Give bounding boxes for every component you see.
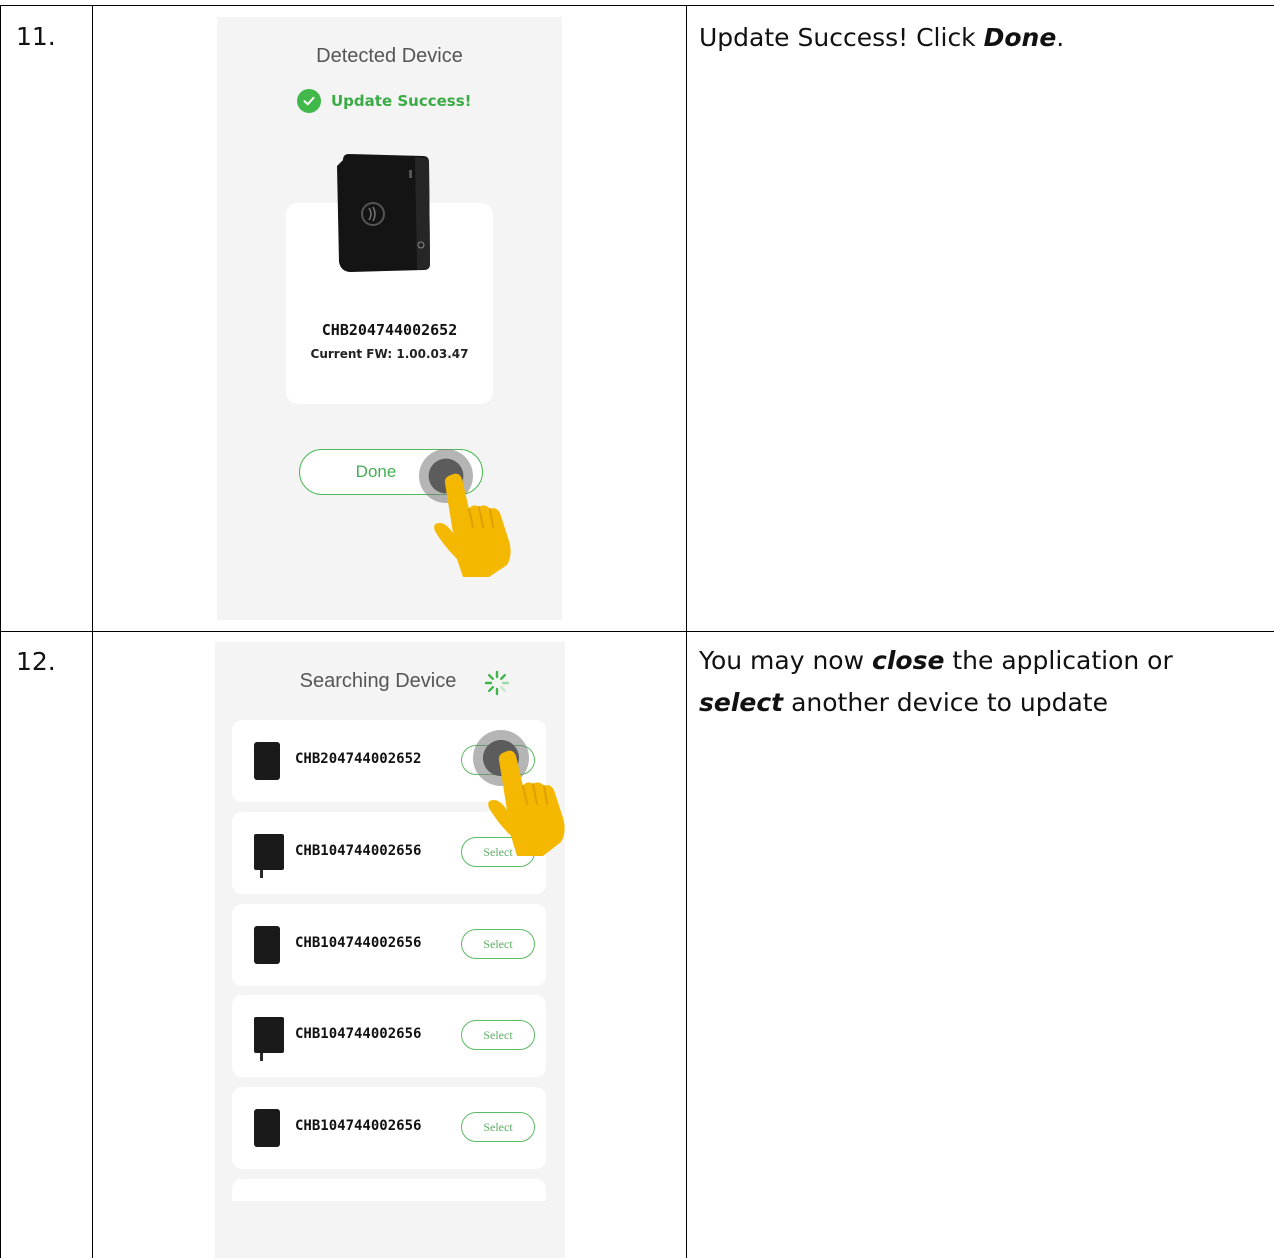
device-list-item[interactable]: CHB104744002656 Select xyxy=(232,1087,546,1169)
pointing-hand-icon xyxy=(488,750,565,856)
description-emphasis: Done xyxy=(983,23,1057,52)
device-thumbnail xyxy=(254,1017,284,1061)
step-number: 11. xyxy=(16,22,56,51)
table-border-left xyxy=(0,5,1,1258)
device-list-item[interactable]: CHB104744002656 Select xyxy=(232,995,546,1077)
check-circle-icon xyxy=(297,89,321,113)
device-serial: CHB104744002656 xyxy=(295,1026,422,1042)
table-border-top xyxy=(0,5,1274,6)
table-row-divider xyxy=(0,631,1274,632)
status-text: Update Success! xyxy=(331,92,472,110)
table-col-divider-1 xyxy=(92,5,93,1258)
screen-title: Detected Device xyxy=(316,45,463,67)
description-text: Update Success! Click xyxy=(699,23,984,52)
device-thumbnail xyxy=(254,1109,280,1147)
description-text: You may now xyxy=(699,646,872,675)
description-emphasis: select xyxy=(699,688,784,717)
table-col-divider-2 xyxy=(686,5,687,1258)
screen-title: Searching Device xyxy=(215,670,565,693)
device-serial: CHB104744002656 xyxy=(295,843,422,859)
device-list-item-partial xyxy=(232,1179,546,1201)
step-description: Update Success! Click Done. xyxy=(699,17,1064,59)
description-text: another device to update xyxy=(783,688,1108,717)
loading-spinner-icon xyxy=(484,670,510,696)
done-button-label: Done xyxy=(355,462,397,481)
description-text: . xyxy=(1056,23,1065,52)
select-button[interactable]: Select xyxy=(461,929,535,959)
select-button[interactable]: Select xyxy=(461,1020,535,1050)
step-description: You may now close the application or sele… xyxy=(699,640,1259,724)
device-serial: CHB204744002652 xyxy=(321,321,458,339)
device-image xyxy=(337,154,430,272)
device-serial: CHB104744002656 xyxy=(295,1118,422,1134)
screenshot-searching-device: Searching Device CHB204744002652 Select … xyxy=(215,642,565,1258)
step-number: 12. xyxy=(16,647,56,676)
pointing-hand-icon xyxy=(434,473,511,577)
description-emphasis: close xyxy=(872,646,945,675)
select-button[interactable]: Select xyxy=(461,1112,535,1142)
screenshot-detected-device: Detected Device Update Success! CHB20474… xyxy=(217,17,562,620)
firmware-version: Current FW: 1.00.03.47 xyxy=(310,347,469,361)
device-serial: CHB204744002652 xyxy=(295,751,422,767)
device-list-item[interactable]: CHB104744002656 Select xyxy=(232,904,546,986)
device-serial: CHB104744002656 xyxy=(295,935,422,951)
device-thumbnail xyxy=(254,834,284,878)
screen-title-text: Searching Device xyxy=(299,670,457,692)
description-text: the application or xyxy=(944,646,1173,675)
device-thumbnail xyxy=(254,926,280,964)
update-success-status: Update Success! xyxy=(297,89,471,113)
device-thumbnail xyxy=(254,742,280,780)
